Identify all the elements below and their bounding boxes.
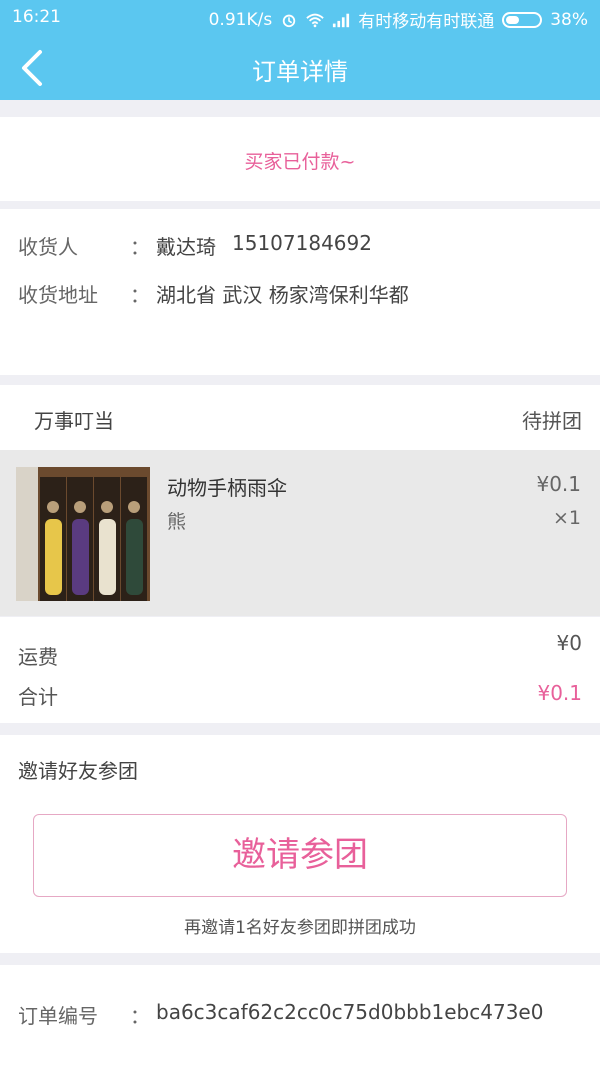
order-number-label: 订单编号 (18, 1004, 98, 1028)
order-number-row: 订单编号 ： ba6c3caf62c2cc0c75d0bbb1ebc473e0 (18, 1000, 543, 1029)
product-thumbnail (16, 467, 150, 601)
consignee-card: 收货人 ： 戴达琦 15107184692 收货地址 ： 湖北省 武汉 杨家湾保… (0, 209, 600, 375)
shop-name[interactable]: 万事叮当 (34, 405, 114, 434)
address-label: 收货地址 (18, 283, 98, 307)
signal-icon (333, 13, 350, 27)
order-info-card: 订单编号 ： ba6c3caf62c2cc0c75d0bbb1ebc473e0 (0, 965, 600, 1067)
order-status-text: 买家已付款~ (244, 151, 356, 173)
colon: ： (130, 235, 150, 259)
product-price: ¥0.1 (536, 472, 581, 496)
product-quantity: ×1 (552, 507, 581, 529)
carrier-name: 有时移动有时联通 (358, 12, 495, 32)
invite-button[interactable]: 邀请参团 (33, 814, 567, 897)
order-number: ba6c3caf62c2cc0c75d0bbb1ebc473e0 (156, 1000, 544, 1024)
consignee-label: 收货人 (18, 235, 78, 259)
address-value: 湖北省 武汉 杨家湾保利华都 (156, 283, 409, 307)
fees-card: 运费 ¥0 合计 ¥0.1 (0, 617, 600, 723)
shipping-label: 运费 (18, 645, 58, 669)
nav-bar: 订单详情 (0, 34, 600, 100)
alarm-icon (282, 14, 296, 27)
status-right: 0.91K/s 有时移动有时联通 38% (208, 7, 588, 33)
wifi-icon (306, 13, 324, 27)
invite-hint: 再邀请1名好友参团即拼团成功 (184, 918, 416, 938)
page-title: 订单详情 (252, 58, 348, 86)
network-speed: 0.91K/s (208, 9, 273, 30)
colon: ： (130, 1004, 150, 1028)
total-value: ¥0.1 (537, 681, 582, 705)
shipping-value: ¥0 (556, 631, 582, 655)
status-time: 16:21 (12, 7, 61, 27)
colon: ： (130, 283, 150, 307)
total-label: 合计 (18, 685, 58, 709)
order-status-card: 买家已付款~ (0, 117, 600, 201)
invite-card: 邀请好友参团 邀请参团 再邀请1名好友参团即拼团成功 (0, 735, 600, 953)
group-status: 待拼团 (522, 409, 582, 433)
address-row: 收货地址 ： 湖北省 武汉 杨家湾保利华都 (18, 279, 409, 308)
product-variant: 熊 (167, 511, 187, 533)
shop-header: 万事叮当 待拼团 (0, 385, 600, 450)
product-name: 动物手柄雨伞 (167, 476, 287, 500)
consignee-phone: 15107184692 (232, 231, 372, 255)
battery-percent: 38% (550, 9, 588, 30)
consignee-row: 收货人 ： 戴达琦 15107184692 (18, 231, 372, 260)
order-item[interactable]: 动物手柄雨伞 熊 ¥0.1 ×1 (0, 450, 600, 616)
battery-icon (502, 11, 543, 28)
consignee-name: 戴达琦 (156, 235, 216, 259)
status-bar: 16:21 0.91K/s 有时移动有时联通 38% (0, 0, 600, 34)
invite-title: 邀请好友参团 (18, 759, 138, 783)
